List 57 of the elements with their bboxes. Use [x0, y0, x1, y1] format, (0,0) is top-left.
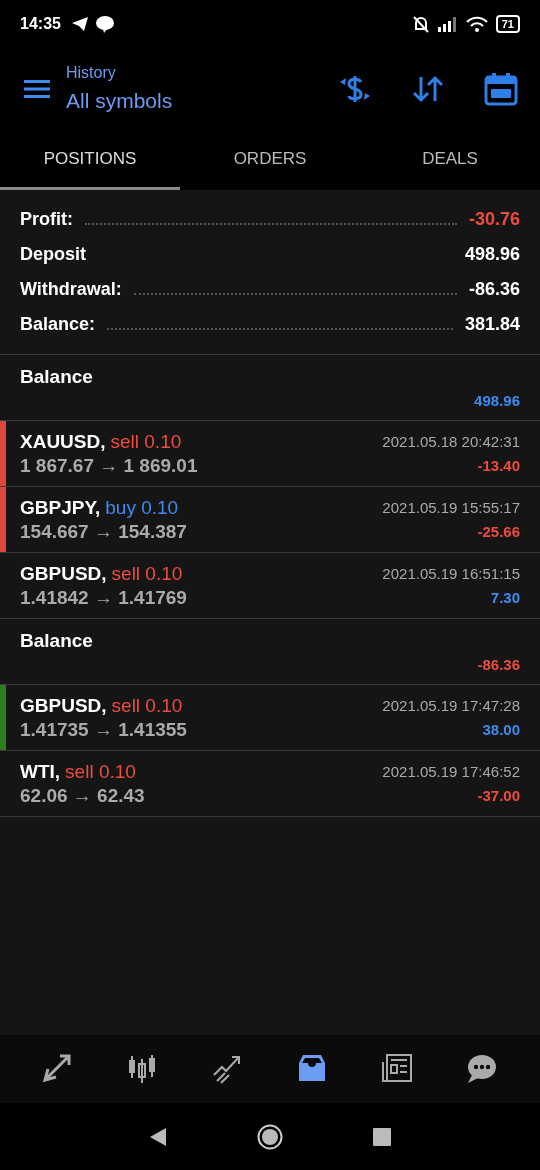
symbol-text: GBPUSD,	[20, 562, 107, 584]
symbol-text: WTI,	[20, 760, 61, 782]
price-text: 154.667 → 154.387	[20, 519, 188, 544]
profit-text: -37.00	[477, 785, 520, 806]
calendar-icon[interactable]	[484, 72, 518, 106]
profit-text: -25.66	[477, 521, 520, 542]
time-text: 2021.05.19 15:55:17	[382, 497, 520, 518]
summary-value: -86.36	[468, 278, 520, 301]
price-text: 1.41735 → 1.41355	[20, 717, 188, 742]
header-title: All symbols	[66, 88, 173, 115]
signal-icon	[437, 16, 458, 32]
home-icon[interactable]	[257, 1123, 283, 1150]
sort-arrows-icon[interactable]	[412, 75, 444, 103]
currency-exchange-icon[interactable]	[338, 73, 372, 105]
recents-icon[interactable]	[373, 1127, 391, 1146]
entry-amount: 498.96	[474, 390, 520, 411]
summary-value: 381.84	[464, 313, 520, 336]
summary-value: 498.96	[464, 243, 520, 266]
tab[interactable]: ORDERS	[180, 130, 360, 190]
entry-amount: -86.36	[477, 654, 520, 675]
price-text: 62.06 → 62.43	[20, 783, 146, 808]
muted-bell-icon	[411, 15, 430, 33]
summary-label: Balance:	[20, 313, 96, 336]
header-subtitle: History	[66, 63, 117, 84]
entry-title: Balance	[20, 629, 94, 653]
chat-bubble-icon[interactable]	[465, 1053, 498, 1085]
time-text: 2021.05.18 20:42:31	[382, 431, 520, 452]
summary-label: Deposit	[20, 243, 86, 266]
time-text: 2021.05.19 16:51:15	[382, 563, 520, 584]
time-text: 2021.05.19 17:47:28	[382, 695, 520, 716]
chat-bubble-icon	[94, 15, 115, 33]
summary-label: Profit:	[20, 208, 73, 231]
price-text: 1.41842 → 1.41769	[20, 585, 188, 610]
clock-text: 14:35	[20, 14, 61, 34]
symbol-text: GBPUSD,	[20, 694, 107, 716]
summary-label: Withdrawal:	[20, 278, 122, 301]
profit-text: -13.40	[477, 455, 520, 476]
order-type-text: sell 0.10	[110, 430, 182, 452]
profit-text: 38.00	[482, 719, 520, 740]
wifi-icon	[465, 16, 488, 32]
newspaper-icon[interactable]	[380, 1053, 413, 1085]
profit-text: 7.30	[490, 587, 520, 608]
symbol-text: GBPJPY,	[20, 496, 101, 518]
symbol-text: XAUUSD,	[20, 430, 106, 452]
price-text: 1 867.67 → 1 869.01	[20, 453, 199, 478]
order-type-text: buy 0.10	[105, 496, 179, 518]
back-icon[interactable]	[149, 1126, 167, 1147]
summary-value: -30.76	[468, 208, 520, 231]
tab[interactable]: DEALS	[360, 130, 540, 190]
battery-indicator: 71	[495, 15, 520, 33]
entry-title: Balance	[20, 365, 94, 389]
order-type-text: sell 0.10	[65, 760, 136, 782]
order-type-text: sell 0.10	[111, 694, 183, 716]
time-text: 2021.05.19 17:46:52	[382, 761, 520, 782]
send-icon	[70, 16, 89, 32]
order-type-text: sell 0.10	[111, 562, 183, 584]
menu-icon[interactable]	[24, 79, 50, 99]
